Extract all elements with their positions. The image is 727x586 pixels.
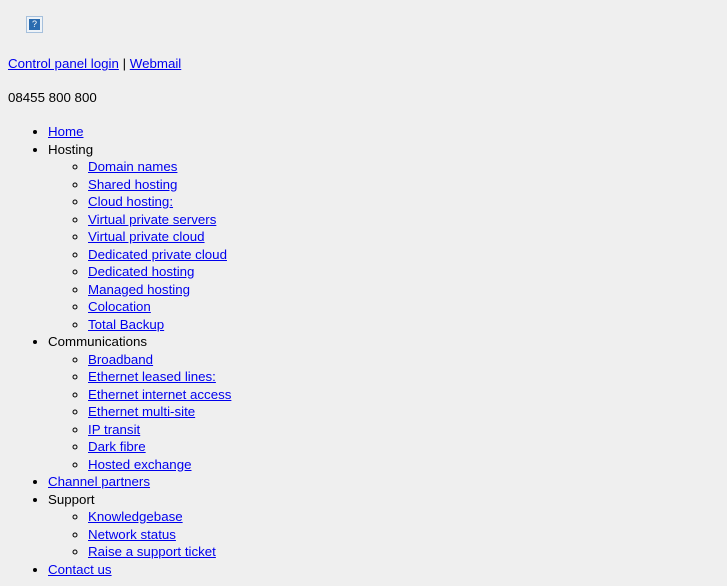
nav-subitem-label[interactable]: Ethernet internet access: [88, 387, 231, 402]
nav-subitem-ethernet-multi-site[interactable]: Ethernet multi-site: [88, 403, 719, 421]
nav-subitem-label[interactable]: Raise a support ticket: [88, 544, 216, 559]
nav-subitem-shared-hosting[interactable]: Shared hosting: [88, 176, 719, 194]
logo-row: ?: [8, 16, 719, 40]
main-navigation-list: Home Hosting Domain names Shared hosting Clo…: [8, 123, 719, 578]
nav-sublist-hosting: Domain names Shared hosting Cloud hosting:…: [48, 158, 719, 333]
nav-sublist-communications: Broadband Ethernet leased lines: Ethernet …: [48, 351, 719, 474]
nav-subitem-label[interactable]: Hosted exchange: [88, 457, 192, 472]
nav-subitem-label[interactable]: Ethernet multi-site: [88, 404, 195, 419]
nav-item-communications: Communications Broadband Ethernet leased l…: [48, 333, 719, 473]
nav-subitem-label[interactable]: Managed hosting: [88, 282, 190, 297]
nav-item-home[interactable]: Home: [48, 123, 719, 141]
nav-subitem-network-status[interactable]: Network status: [88, 526, 719, 544]
nav-subitem-ethernet-internet-access[interactable]: Ethernet internet access: [88, 386, 719, 404]
nav-subitem-ethernet-leased-lines[interactable]: Ethernet leased lines:: [88, 368, 719, 386]
nav-subitem-label[interactable]: Virtual private servers: [88, 212, 216, 227]
top-links: Control panel login | Webmail: [8, 54, 719, 73]
top-links-separator: |: [122, 56, 127, 71]
nav-subitem-label[interactable]: Shared hosting: [88, 177, 177, 192]
nav-subitem-domain-names[interactable]: Domain names: [88, 158, 719, 176]
nav-subitem-raise-a-support-ticket[interactable]: Raise a support ticket: [88, 543, 719, 561]
nav-item-label: Communications: [48, 334, 148, 349]
nav-subitem-hosted-exchange[interactable]: Hosted exchange: [88, 456, 719, 474]
broken-image-icon: ?: [26, 16, 43, 33]
page-root: ? Control panel login | Webmail 08455 80…: [0, 0, 727, 586]
nav-subitem-knowledgebase[interactable]: Knowledgebase: [88, 508, 719, 526]
nav-subitem-label[interactable]: Ethernet leased lines:: [88, 369, 216, 384]
nav-subitem-dedicated-hosting[interactable]: Dedicated hosting: [88, 263, 719, 281]
nav-item-channel-partners[interactable]: Channel partners: [48, 473, 719, 491]
control-panel-login-link[interactable]: Control panel login: [8, 56, 119, 71]
nav-subitem-label[interactable]: Broadband: [88, 352, 153, 367]
nav-subitem-label[interactable]: Colocation: [88, 299, 151, 314]
nav-subitem-total-backup[interactable]: Total Backup: [88, 316, 719, 334]
nav-item-label[interactable]: Contact us: [48, 562, 112, 577]
nav-subitem-label[interactable]: Dedicated hosting: [88, 264, 194, 279]
nav-subitem-managed-hosting[interactable]: Managed hosting: [88, 281, 719, 299]
nav-subitem-virtual-private-cloud[interactable]: Virtual private cloud: [88, 228, 719, 246]
nav-item-label[interactable]: Home: [48, 124, 83, 139]
nav-subitem-label[interactable]: Total Backup: [88, 317, 164, 332]
nav-subitem-label[interactable]: IP transit: [88, 422, 140, 437]
nav-subitem-dark-fibre[interactable]: Dark fibre: [88, 438, 719, 456]
webmail-link[interactable]: Webmail: [130, 56, 181, 71]
nav-subitem-ip-transit[interactable]: IP transit: [88, 421, 719, 439]
phone-number: 08455 800 800: [8, 90, 97, 105]
nav-subitem-colocation[interactable]: Colocation: [88, 298, 719, 316]
nav-subitem-label[interactable]: Cloud hosting:: [88, 194, 173, 209]
nav-item-label[interactable]: Channel partners: [48, 474, 150, 489]
nav-subitem-label[interactable]: Network status: [88, 527, 176, 542]
nav-subitem-cloud-hosting[interactable]: Cloud hosting:: [88, 193, 719, 211]
nav-item-support: Support Knowledgebase Network status Raise …: [48, 491, 719, 561]
nav-item-contact-us[interactable]: Contact us: [48, 561, 719, 579]
nav-subitem-label[interactable]: Domain names: [88, 159, 177, 174]
nav-subitem-label[interactable]: Knowledgebase: [88, 509, 183, 524]
nav-subitem-virtual-private-servers[interactable]: Virtual private servers: [88, 211, 719, 229]
nav-subitem-label[interactable]: Dark fibre: [88, 439, 146, 454]
nav-item-label: Hosting: [48, 141, 94, 157]
broken-image-glyph: ?: [29, 19, 40, 30]
nav-subitem-label[interactable]: Dedicated private cloud: [88, 247, 227, 262]
nav-sublist-support: Knowledgebase Network status Raise a suppo…: [48, 508, 719, 561]
nav-subitem-broadband[interactable]: Broadband: [88, 351, 719, 369]
nav-subitem-label[interactable]: Virtual private cloud: [88, 229, 205, 244]
nav-item-label: Support: [48, 491, 95, 507]
nav-subitem-dedicated-private-cloud[interactable]: Dedicated private cloud: [88, 246, 719, 264]
nav-item-hosting: Hosting Domain names Shared hosting Cloud h…: [48, 141, 719, 334]
